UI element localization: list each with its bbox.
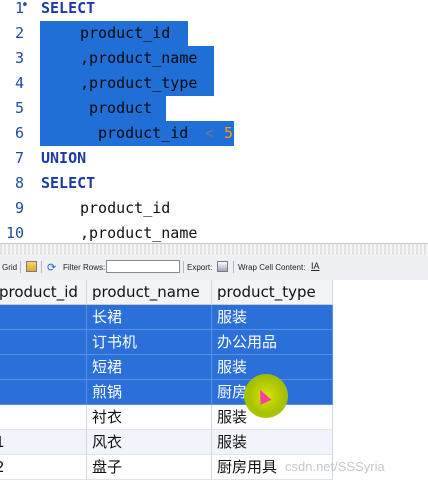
code-text: product_id: [80, 24, 171, 42]
toolbar-separator: [183, 261, 184, 273]
cell-product-id[interactable]: [0, 355, 87, 380]
cell-product-id[interactable]: 1: [0, 430, 87, 455]
result-grid-label[interactable]: Grid: [2, 263, 17, 272]
cell-product-name[interactable]: 长裙: [87, 305, 212, 330]
result-toolbar: Grid ⟳ Filter Rows: Export: Wrap Cell Co…: [0, 255, 428, 281]
export-icon[interactable]: [217, 261, 228, 272]
cell-product-id[interactable]: [0, 405, 87, 430]
code-text: product_id: [80, 199, 171, 217]
line-number: 9: [14, 199, 24, 217]
toolbar-separator: [41, 261, 42, 273]
toolbar-separator: [233, 261, 234, 273]
cell-product-name[interactable]: 盘子: [87, 455, 212, 480]
cell-product-name[interactable]: 短裙: [87, 355, 212, 380]
cell-product-name[interactable]: 订书机: [87, 330, 212, 355]
cell-product-id[interactable]: 2: [0, 455, 87, 480]
fold-marker-icon[interactable]: •: [21, 0, 29, 13]
sql-keyword: SELECT: [41, 174, 96, 192]
column-header-product-id[interactable]: product_id: [0, 280, 87, 305]
watermark: csdn.net/SSSyria: [285, 459, 385, 474]
editor-line[interactable]: 2 product_id: [0, 21, 428, 46]
numeric-literal: 5: [224, 124, 234, 142]
line-number: 10: [5, 224, 24, 242]
sql-editor[interactable]: 1 • SELECT 2 product_id 3 ,product_name …: [0, 0, 428, 243]
cell-product-name[interactable]: 衬衣: [87, 405, 212, 430]
code-text: ,product_name: [80, 49, 198, 67]
wrap-cell-icon[interactable]: IA: [311, 261, 320, 271]
column-header-product-type[interactable]: product_type: [212, 280, 333, 305]
comparison-operator: <: [205, 124, 215, 142]
cell-product-id[interactable]: [0, 380, 87, 405]
form-editor-icon[interactable]: [26, 261, 37, 272]
editor-line[interactable]: 4 ,product_type: [0, 71, 428, 96]
refresh-icon[interactable]: ⟳: [47, 261, 56, 274]
editor-line[interactable]: 7 UNION: [0, 146, 428, 171]
code-text: product: [89, 99, 153, 117]
cell-product-type[interactable]: 服装: [212, 430, 333, 455]
sql-keyword: SELECT: [41, 0, 96, 17]
code-text: ,product_type: [80, 74, 198, 92]
filter-rows-input[interactable]: [106, 260, 180, 273]
cell-product-type[interactable]: 办公用品: [212, 330, 333, 355]
line-number: 4: [14, 74, 24, 92]
line-number: 5: [14, 99, 24, 117]
result-grid: product_id product_name product_type 长裙 …: [0, 280, 428, 485]
editor-line[interactable]: 3 ,product_name: [0, 46, 428, 71]
cell-product-type[interactable]: 服装: [212, 305, 333, 330]
code-text: product_id: [98, 124, 189, 142]
column-header-product-name[interactable]: product_name: [87, 280, 212, 305]
panel-splitter[interactable]: [0, 243, 428, 255]
wrap-cell-content-label: Wrap Cell Content:: [238, 263, 306, 272]
cell-product-id[interactable]: [0, 330, 87, 355]
line-number: 7: [14, 149, 24, 167]
editor-line[interactable]: 6 product_id < 5: [0, 121, 428, 146]
line-number: 2: [14, 24, 24, 42]
sql-keyword: UNION: [41, 149, 87, 167]
line-number: 6: [14, 124, 24, 142]
line-number: 3: [14, 49, 24, 67]
code-text: ,product_name: [80, 224, 198, 242]
editor-line[interactable]: 5 product: [0, 96, 428, 121]
cell-product-name[interactable]: 煎锅: [87, 380, 212, 405]
editor-line[interactable]: 9 product_id: [0, 196, 428, 221]
toolbar-separator: [20, 261, 21, 273]
editor-line[interactable]: 8 SELECT: [0, 171, 428, 196]
cell-product-id[interactable]: [0, 305, 87, 330]
filter-rows-label: Filter Rows:: [63, 263, 106, 272]
line-number: 8: [14, 174, 24, 192]
cell-product-name[interactable]: 风衣: [87, 430, 212, 455]
export-label: Export:: [187, 263, 213, 272]
editor-line[interactable]: 10 ,product_name: [0, 221, 428, 243]
editor-line[interactable]: 1 • SELECT: [0, 0, 428, 21]
